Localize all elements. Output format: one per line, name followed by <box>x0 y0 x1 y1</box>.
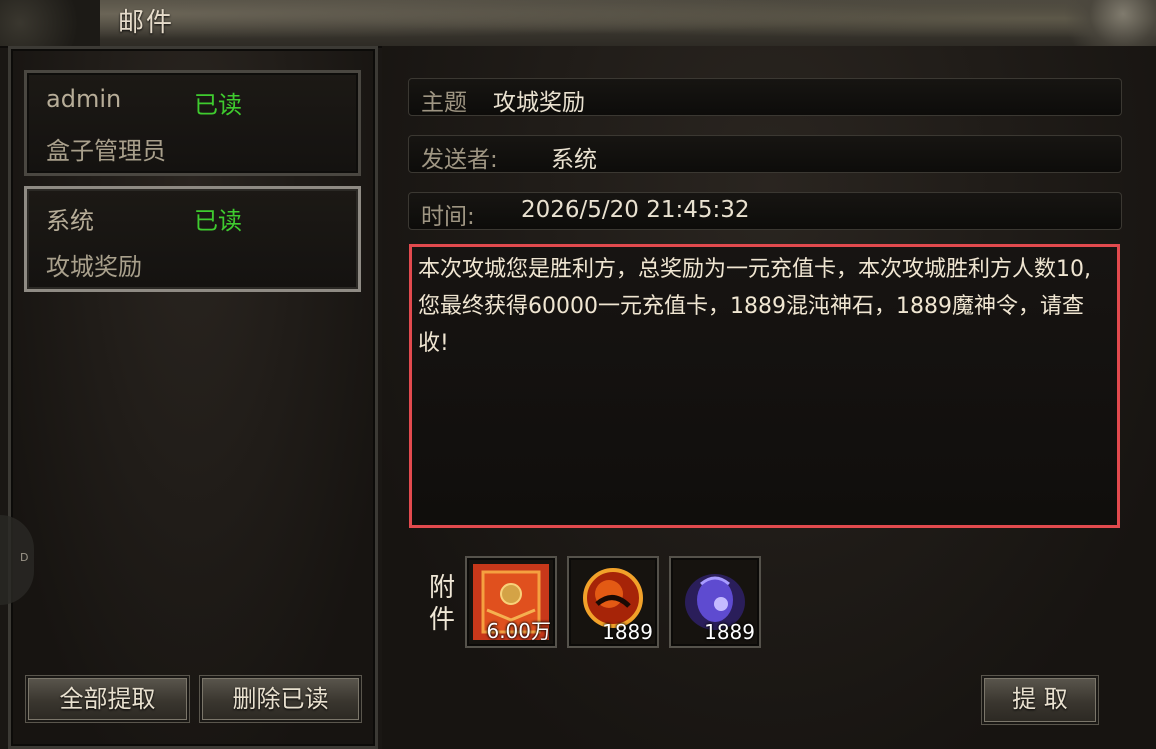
attachment-slot[interactable]: 1889 <box>567 556 659 648</box>
mail-list-item-selected[interactable]: 系统 已读 攻城奖励 <box>24 186 361 292</box>
mail-sender: 系统 <box>46 207 94 235</box>
mail-body-text: 本次攻城您是胜利方，总奖励为一元充值卡，本次攻城胜利方人数10,您最终获得600… <box>418 257 1091 356</box>
sender-field: 发送者: 系统 <box>408 135 1122 173</box>
mail-read-status: 已读 <box>194 91 242 119</box>
mail-body-box: 本次攻城您是胜利方，总奖励为一元充值卡，本次攻城胜利方人数10,您最终获得600… <box>409 244 1120 528</box>
collect-all-button[interactable]: 全部提取 <box>26 676 189 722</box>
title-ornament-right <box>1046 0 1156 46</box>
mail-sender: admin <box>46 85 122 113</box>
attachment-quantity: 6.00万 <box>486 619 551 643</box>
time-label: 时间: <box>421 204 475 230</box>
side-handle-label: D <box>20 551 29 564</box>
attachment-slot[interactable]: 1889 <box>669 556 761 648</box>
sender-value: 系统 <box>551 147 597 173</box>
mail-list-item[interactable]: admin 已读 盒子管理员 <box>24 70 361 176</box>
time-value: 2026/5/20 21:45:32 <box>521 197 750 223</box>
title-bar: 邮件 <box>0 0 1156 48</box>
mail-subject: 盒子管理员 <box>46 137 166 165</box>
delete-read-button[interactable]: 删除已读 <box>200 676 361 722</box>
subject-field: 主题 攻城奖励 <box>408 78 1122 116</box>
attachment-quantity: 1889 <box>704 620 755 644</box>
subject-label: 主题 <box>421 90 467 116</box>
mail-read-status: 已读 <box>194 207 242 235</box>
attachments-label: 附件 <box>428 573 455 635</box>
window-title: 邮件 <box>118 8 175 38</box>
collect-button[interactable]: 提 取 <box>982 676 1098 724</box>
subject-value: 攻城奖励 <box>493 90 585 116</box>
sender-label: 发送者: <box>421 147 498 173</box>
attachment-quantity: 1889 <box>602 620 653 644</box>
mail-subject: 攻城奖励 <box>46 253 142 281</box>
title-ornament-left <box>0 0 100 46</box>
attachment-slot[interactable]: 6.00万 <box>465 556 557 648</box>
time-field: 时间: 2026/5/20 21:45:32 <box>408 192 1122 230</box>
